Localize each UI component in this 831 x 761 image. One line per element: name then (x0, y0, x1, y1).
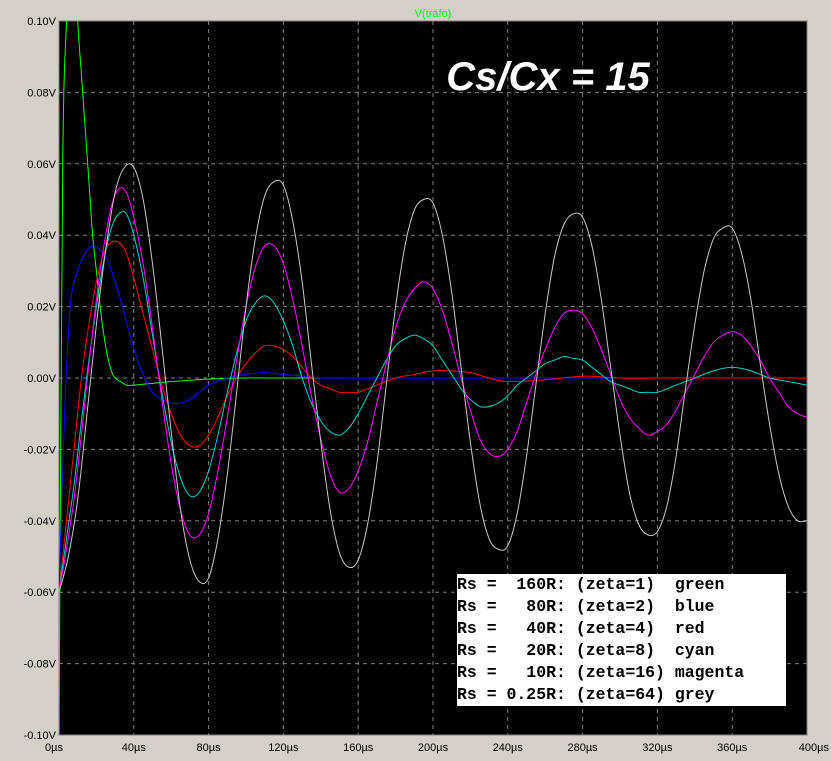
y-tick-label: -0.06V (24, 587, 57, 599)
y-tick-label: 0.04V (27, 230, 56, 242)
x-tick-label: 400µs (799, 742, 830, 754)
x-tick-label: 280µs (567, 742, 598, 754)
y-tick-label: -0.02V (24, 444, 57, 456)
x-tick-label: 320µs (642, 742, 673, 754)
y-tick-label: 0.08V (27, 87, 56, 99)
legend-line-green: Rs = 160R: (zeta=1) green (457, 575, 725, 594)
y-tick-label: -0.10V (24, 730, 57, 742)
x-tick-label: 360µs (717, 742, 748, 754)
x-tick-label: 120µs (268, 742, 299, 754)
y-tick-label: 0.10V (27, 16, 56, 28)
x-tick-label: 200µs (418, 742, 449, 754)
trace-name-label[interactable]: V(trafo) (415, 8, 452, 20)
legend-line-grey: Rs = 0.25R: (zeta=64) grey (457, 685, 715, 704)
annotation-text: Cs/Cx = 15 (446, 55, 650, 99)
x-tick-label: 80µs (197, 742, 222, 754)
y-tick-label: 0.06V (27, 159, 56, 171)
x-tick-label: 240µs (493, 742, 524, 754)
x-tick-label: 0µs (45, 742, 63, 754)
x-tick-label: 160µs (343, 742, 374, 754)
y-tick-label: 0.02V (27, 302, 56, 314)
x-tick-label: 40µs (122, 742, 147, 754)
y-tick-label: -0.08V (24, 659, 57, 671)
plot-window: 0µs 40µs 80µs 120µs 160µs 200µs 240µs 280µs 320µ… (0, 0, 831, 761)
y-tick-label: -0.04V (24, 516, 57, 528)
legend-line-cyan: Rs = 20R: (zeta=8) cyan (457, 641, 715, 660)
y-tick-label: 0.00V (27, 373, 56, 385)
legend-line-magenta: Rs = 10R: (zeta=16) magenta (457, 663, 745, 682)
legend-box: Rs = 160R: (zeta=1) green Rs = 80R: (zet… (457, 574, 786, 706)
legend-line-red: Rs = 40R: (zeta=4) red (457, 619, 705, 638)
legend-line-blue: Rs = 80R: (zeta=2) blue (457, 597, 715, 616)
